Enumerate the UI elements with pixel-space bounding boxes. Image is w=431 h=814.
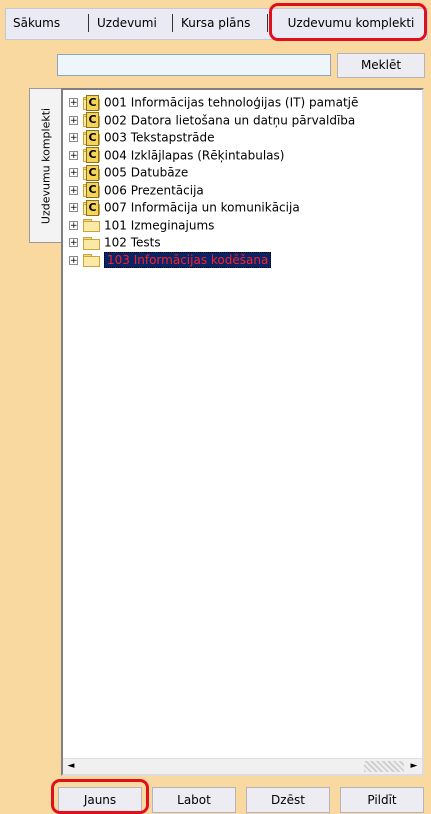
course-badge: C [86, 147, 99, 163]
fill-button[interactable]: Pildīt [340, 787, 424, 813]
course-badge: C [86, 199, 99, 216]
tree-item-label[interactable]: 002 Datora lietošana un datņu pārvaldība [104, 113, 355, 127]
course-folder-icon: C [83, 199, 100, 216]
task-set-tree[interactable]: + C 001 Informācijas tehnoloģijas (IT) pam… [61, 88, 424, 776]
course-badge: C [86, 112, 99, 128]
tree-item[interactable]: + C 004 Izklājlapas (Rēķintabulas) [69, 147, 358, 166]
expand-plus-icon[interactable]: + [69, 255, 78, 265]
tree-item-label[interactable]: 103 Informācijas kodēšana [104, 252, 272, 268]
expand-plus-icon[interactable]: + [69, 133, 78, 143]
folder-icon [83, 254, 100, 267]
tab-separator [88, 14, 89, 32]
tree-rows: + C 001 Informācijas tehnoloģijas (IT) pam… [69, 94, 358, 271]
tab-uzdevumi[interactable]: Uzdevumi [97, 8, 157, 38]
tree-item-label[interactable]: 004 Izklājlapas (Rēķintabulas) [104, 148, 284, 162]
tree-item[interactable]: +103 Informācijas kodēšana [69, 252, 358, 271]
expand-plus-icon[interactable]: + [69, 115, 78, 125]
tree-item-label[interactable]: 006 Prezentācija [104, 183, 204, 197]
course-folder-icon: C [83, 94, 100, 111]
side-tab-uzdevumu-komplekti[interactable]: Uzdevumu komplekti [29, 88, 62, 243]
expand-plus-icon[interactable]: + [69, 185, 78, 195]
tree-item-label[interactable]: 102 Tests [104, 236, 161, 250]
delete-button[interactable]: Dzēst [246, 787, 330, 813]
tree-item-label[interactable]: 005 Datubāze [104, 166, 188, 180]
horizontal-scrollbar[interactable]: ◄ ► [63, 758, 422, 774]
tab-sakums[interactable]: Sākums [13, 8, 60, 38]
tree-item[interactable]: + C 007 Informācija un komunikācija [69, 199, 358, 218]
tree-item-label[interactable]: 101 Izmeginajums [104, 218, 214, 232]
scroll-right-arrow-icon[interactable]: ► [406, 759, 422, 774]
course-badge: C [86, 182, 99, 198]
side-tab-label: Uzdevumu komplekti [39, 107, 53, 224]
highlight-annotation-new [51, 779, 149, 814]
expand-plus-icon[interactable]: + [69, 150, 78, 160]
tree-item-label[interactable]: 001 Informācijas tehnoloģijas (IT) pamat… [104, 96, 358, 110]
course-badge: C [86, 164, 99, 181]
edit-button[interactable]: Labot [152, 787, 236, 813]
search-button[interactable]: Meklēt [337, 53, 425, 78]
top-tab-bar: Sākums Uzdevumi Kursa plāns Uzdevumu kom… [0, 0, 431, 45]
highlight-annotation-tab [269, 3, 427, 41]
course-badge: C [86, 94, 99, 111]
tree-item-label[interactable]: 007 Informācija un komunikācija [104, 201, 300, 215]
scroll-left-arrow-icon[interactable]: ◄ [63, 759, 79, 774]
tree-item[interactable]: + C 006 Prezentācija [69, 182, 358, 201]
course-folder-icon: C [83, 147, 100, 163]
course-folder-icon: C [83, 112, 100, 128]
expand-plus-icon[interactable]: + [69, 98, 78, 108]
course-folder-icon: C [83, 164, 100, 181]
expand-plus-icon[interactable]: + [69, 203, 78, 213]
course-folder-icon: C [83, 182, 100, 198]
tree-item[interactable]: +102 Tests [69, 235, 358, 253]
tree-item[interactable]: + C 005 Datubāze [69, 164, 358, 183]
tab-kursa-plans[interactable]: Kursa plāns [181, 8, 250, 38]
tree-item[interactable]: + C 002 Datora lietošana un datņu pārvaldī… [69, 112, 358, 131]
tab-separator [172, 14, 173, 32]
scroll-grip[interactable] [364, 761, 404, 772]
course-badge: C [86, 129, 99, 146]
tab-separator [267, 14, 268, 32]
expand-plus-icon[interactable]: + [69, 168, 78, 178]
tree-item-label[interactable]: 003 Tekstapstrāde [104, 131, 215, 145]
course-folder-icon: C [83, 129, 100, 146]
tree-item[interactable]: + C 003 Tekstapstrāde [69, 129, 358, 148]
search-input[interactable] [57, 54, 331, 76]
folder-icon [83, 236, 100, 250]
expand-plus-icon[interactable]: + [69, 238, 78, 248]
expand-plus-icon[interactable]: + [69, 220, 78, 230]
tree-item[interactable]: +101 Izmeginajums [69, 218, 358, 236]
tree-item[interactable]: + C 001 Informācijas tehnoloģijas (IT) pam… [69, 94, 358, 113]
folder-icon [83, 219, 100, 232]
